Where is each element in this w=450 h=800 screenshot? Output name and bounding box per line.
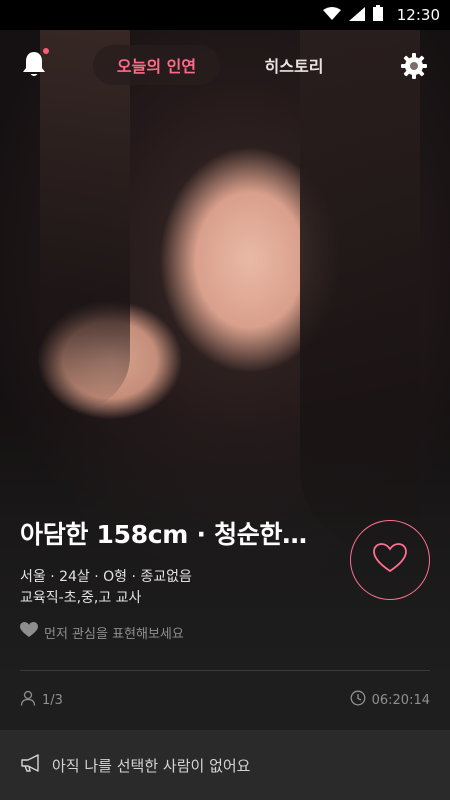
match-count-text: 1/3 [42,692,63,708]
countdown-timer-text: 06:20:14 [371,692,430,708]
megaphone-icon [20,753,42,777]
wifi-icon [322,6,341,25]
settings-button[interactable] [400,52,428,80]
notification-dot [43,48,49,54]
status-time: 12:30 [396,6,440,24]
received-interest-message: 아직 나를 선택한 사람이 없어요 [52,756,251,775]
profile-headline: 아담한 158cm · 청순한… [20,520,307,549]
battery-icon [372,5,383,25]
tab-history[interactable]: 히스토리 [240,45,348,85]
profile-details-line2: 교육직-초,중,고 교사 [20,590,142,606]
person-icon [20,690,36,710]
notification-button[interactable] [22,48,50,82]
heart-outline-icon [372,542,408,578]
bell-icon [22,52,46,82]
countdown-timer: 06:20:14 [350,690,430,710]
profile-details: 서울 · 24살 · O형 · 종교없음 교육직-초,중,고 교사 [20,567,350,609]
profile-details-line1: 서울 · 24살 · O형 · 종교없음 [20,569,192,585]
like-button[interactable] [350,520,430,600]
top-nav: 오늘의 인연 히스토리 [0,30,450,102]
clock-icon [350,690,366,710]
interest-hint: 먼저 관심을 표현해보세요 [20,622,350,642]
small-heart-icon [20,622,38,642]
interest-hint-text: 먼저 관심을 표현해보세요 [44,626,184,642]
tab-today-match[interactable]: 오늘의 인연 [93,45,220,85]
status-bar: 12:30 [0,0,450,30]
gear-icon [400,53,428,84]
cellular-signal-icon [348,6,365,25]
profile-info: 아담한 158cm · 청순한… 서울 · 24살 · O형 · 종교없음 교육… [20,515,350,642]
meta-row: 1/3 06:20:14 [20,688,430,712]
received-interest-bar[interactable]: 아직 나를 선택한 사람이 없어요 [0,730,450,800]
divider [20,670,430,671]
match-count: 1/3 [20,690,63,710]
